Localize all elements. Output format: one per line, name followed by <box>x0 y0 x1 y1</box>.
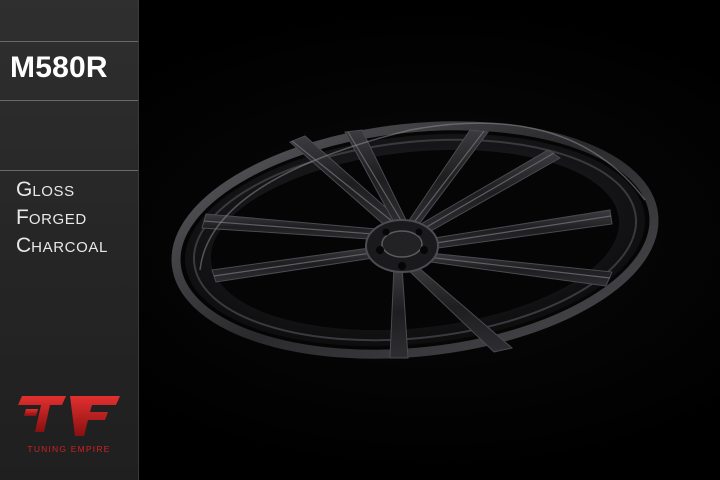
finish-initial: G <box>16 178 33 201</box>
finish-initial: C <box>16 234 32 257</box>
logo-mark-icon <box>18 396 120 436</box>
finish-initial: F <box>16 206 29 229</box>
finish-rest: loss <box>32 183 75 200</box>
tuning-empire-logo: TUNING EMPIRE <box>8 392 130 462</box>
finish-rest: orged <box>28 211 87 228</box>
product-banner: M580R Gloss Forged Charcoal <box>0 0 720 480</box>
model-name: M580R <box>10 51 108 84</box>
logo-caption: TUNING EMPIRE <box>27 444 111 454</box>
wheel-image <box>171 121 659 359</box>
divider <box>0 41 138 42</box>
finish-line-forged: Forged <box>16 204 108 232</box>
sidebar-panel: M580R Gloss Forged Charcoal <box>0 0 139 480</box>
finish-line-charcoal: Charcoal <box>16 232 108 260</box>
divider <box>0 170 138 171</box>
divider <box>0 100 138 101</box>
finish-description: Gloss Forged Charcoal <box>16 176 108 260</box>
finish-line-gloss: Gloss <box>16 176 108 204</box>
finish-rest: harcoal <box>31 239 108 256</box>
